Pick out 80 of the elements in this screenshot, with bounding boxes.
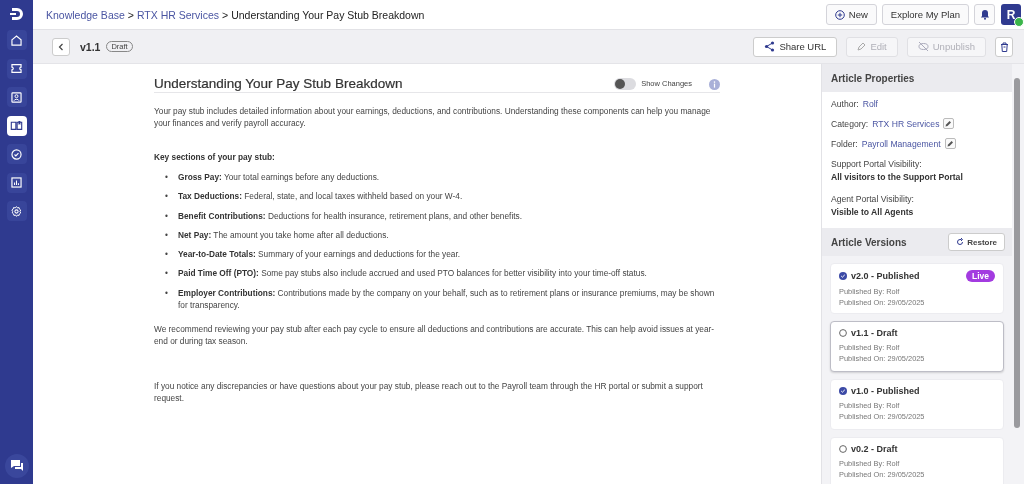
property-label: Agent Portal Visibility: (831, 194, 914, 204)
bullet: • (165, 248, 169, 261)
property-link[interactable]: Payroll Management (861, 138, 941, 149)
sidebar-item[interactable] (6, 87, 27, 107)
contact-card-icon (10, 90, 23, 104)
notifications-button[interactable] (974, 4, 995, 25)
bell-icon (979, 9, 990, 20)
check-circle-icon (10, 147, 23, 161)
logo-icon (8, 6, 25, 22)
version-title: v2.0 - Published (851, 271, 920, 281)
bullet: • (165, 267, 169, 280)
breadcrumb-link[interactable]: RTX HR Services (136, 8, 220, 21)
sidebar-item[interactable] (6, 58, 27, 79)
chat-icon (9, 459, 24, 473)
back-button[interactable] (52, 37, 70, 56)
show-changes-toggle[interactable] (614, 78, 637, 90)
book-icon (10, 119, 23, 132)
panel-header: Article Versions (831, 236, 907, 248)
bullet: • (165, 209, 169, 222)
bullet: • (165, 286, 169, 300)
home-icon (10, 33, 23, 47)
bullet: • (165, 171, 169, 183)
version-title: v1.1 - Draft (851, 328, 898, 338)
sidebar-item[interactable] (6, 172, 27, 193)
delete-button[interactable] (995, 36, 1013, 57)
chevron-left-icon (58, 42, 64, 51)
header-button[interactable]: New (825, 4, 877, 25)
list-item: Tax Deductions: Federal, state, and local taxes withheld based on your W-4. (178, 190, 463, 203)
breadcrumb-text: Understanding Your Pay Stub Breakdown (231, 8, 425, 21)
list-item: Employer Contributions: Contributions made by the company on your behalf, such as to retirement plans or insurance premiums, may be shown for transparency. (178, 286, 716, 311)
list-item: Gross Pay: Your total earnings before any deductions. (178, 171, 380, 183)
property-label: Category: (831, 118, 869, 129)
list-item: Year-to-Date Totals: Summary of your earnings and deductions for the year. (178, 248, 461, 261)
eye-off-icon (917, 41, 929, 52)
breadcrumb-text: > (127, 8, 134, 21)
settings-icon (10, 204, 23, 218)
version-title: v0.2 - Draft (851, 444, 898, 454)
sidebar-item[interactable] (6, 201, 27, 221)
plus-circle-icon (834, 9, 845, 20)
bullet: • (165, 190, 169, 203)
property-link[interactable]: Rolf (862, 99, 878, 109)
property-value: All visitors to the Support Portal (831, 171, 964, 184)
article-paragraph: If you notice any discrepancies or have questions about your pay stub, please reach out to the Payroll team through the HR portal or submit a support request. (154, 379, 704, 404)
section-heading: Key sections of your pay stub: (154, 151, 276, 163)
breadcrumb-text: > (222, 8, 229, 21)
ticket-icon (10, 62, 23, 75)
bar-chart-icon (10, 176, 23, 189)
list-item: Benefit Contributions: Deductions for health insurance, retirement plans, and other benefits. (178, 209, 522, 222)
pencil-icon (945, 120, 953, 127)
toolbar-button[interactable]: Share URL (753, 36, 838, 57)
edit-button[interactable] (944, 138, 956, 149)
sidebar-item[interactable] (6, 115, 27, 136)
property-label: Author: (831, 99, 859, 109)
sidebar-item[interactable] (6, 30, 27, 50)
breadcrumb-link[interactable]: Knowledge Base (46, 8, 125, 21)
bullet: • (165, 228, 169, 241)
property-value: Visible to All Agents (831, 206, 915, 219)
refresh-icon (956, 238, 965, 246)
version-label: v1.1 (80, 40, 101, 53)
header-button[interactable]: Explore My Plan (881, 4, 969, 25)
list-item: Net Pay: The amount you take home after all deductions. (178, 228, 389, 241)
share-icon (764, 41, 776, 52)
property-label: Folder: (831, 138, 858, 149)
sidebar-item[interactable] (6, 144, 27, 164)
user-avatar[interactable]: R (1001, 4, 1021, 25)
version-title: v1.0 - Published (851, 386, 920, 396)
article-paragraph: Your pay stub includes detailed information about your earnings, deductions, and contributions. Understanding these components can help you manage your finances and verify payroll accuracy. (154, 105, 712, 129)
property-label: Support Portal Visibility: (831, 159, 922, 169)
article-paragraph: We recommend reviewing your pay stub after each pay cycle to ensure all deductions and contributions are accurate. This can help avoid issues at year-end or during tax season. (154, 322, 716, 347)
chat-button[interactable] (4, 454, 29, 478)
pencil-icon (857, 42, 867, 51)
trash-icon (999, 41, 1009, 52)
pencil-icon (946, 140, 954, 147)
property-link[interactable]: RTX HR Services (872, 118, 940, 129)
panel-header: Article Properties (822, 64, 1012, 92)
restore-button[interactable]: Restore (948, 233, 1005, 251)
edit-button[interactable] (943, 118, 955, 129)
list-item: Paid Time Off (PTO): Some pay stubs also include accrued and used PTO balances for better visibility into your time-off status. (178, 267, 647, 280)
article-title: Understanding Your Pay Stub Breakdown (154, 78, 404, 90)
live-badge: Live (966, 270, 995, 282)
